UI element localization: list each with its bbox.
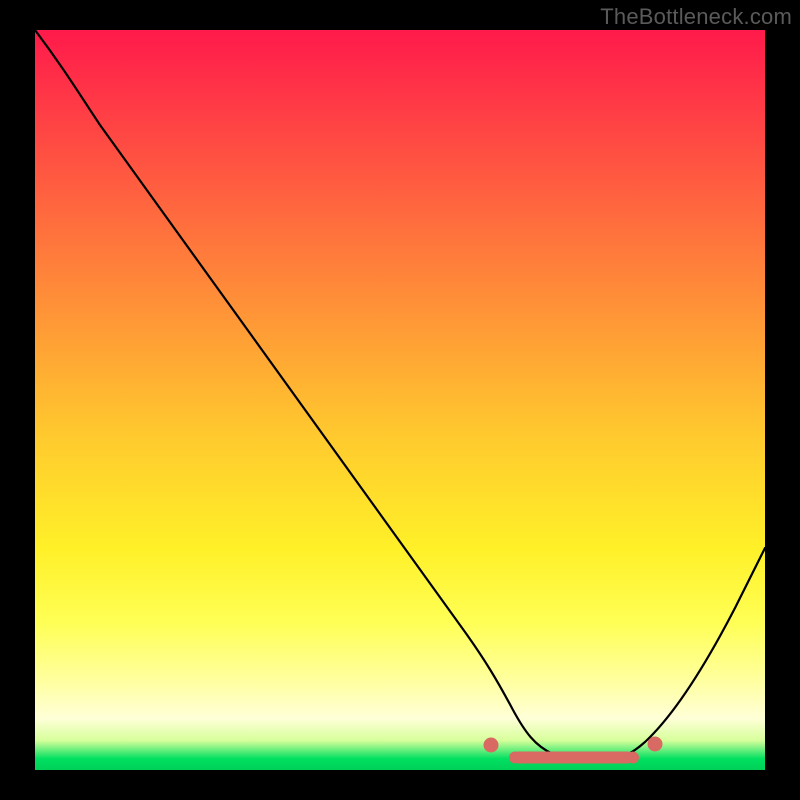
plot-area [35,30,765,770]
bottleneck-curve [35,30,765,762]
watermark-text: TheBottleneck.com [600,4,792,30]
curve-layer [35,30,765,770]
chart-frame: TheBottleneck.com [0,0,800,800]
